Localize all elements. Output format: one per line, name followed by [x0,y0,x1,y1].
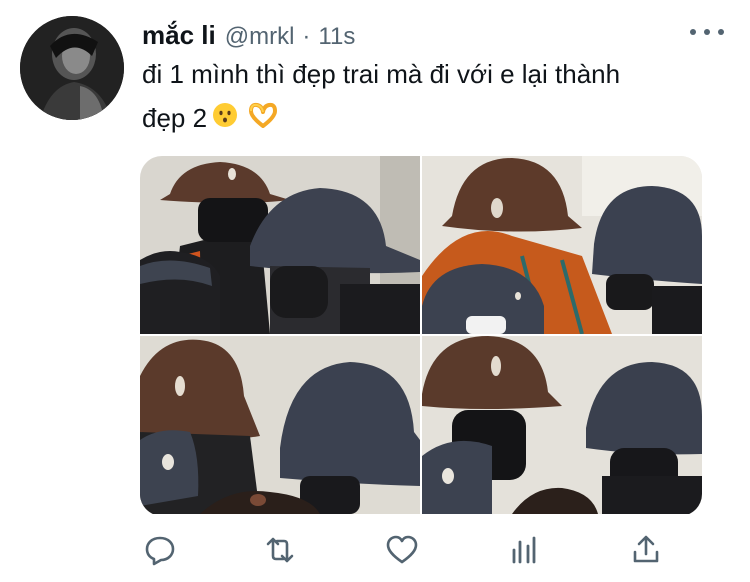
analytics-icon[interactable] [504,530,544,570]
heart-hands-icon [247,98,279,142]
author-handle[interactable]: @mrkl [225,23,295,51]
author-avatar[interactable] [20,16,124,120]
tweet-timestamp[interactable]: 11s [318,23,355,51]
photo-2[interactable] [422,156,702,334]
header-separator: · [302,23,311,50]
retweet-icon[interactable] [260,530,300,570]
tweet-text-line-1: đi 1 mình thì đẹp trai mà đi với e lại t… [142,59,621,89]
kissing-face-icon [211,98,239,142]
photo-4[interactable] [422,336,702,514]
photo-3[interactable] [140,336,420,514]
share-icon[interactable] [626,530,666,570]
tweet-text: đi 1 mình thì đẹp trai mà đi với e lại t… [142,52,732,142]
more-options-icon[interactable] [690,24,724,40]
author-name[interactable]: mắc li [142,20,216,51]
tweet-text-line-2: đẹp 2 [142,103,208,133]
photo-1[interactable] [140,156,420,334]
tweet-header: mắc li @mrkl · 11s [142,20,355,50]
tweet-text-line-2-wrapper: đẹp 2 [142,96,732,142]
reply-icon[interactable] [140,530,180,570]
like-icon[interactable] [382,530,422,570]
tweet-action-bar [140,530,660,570]
media-grid[interactable] [140,156,702,516]
